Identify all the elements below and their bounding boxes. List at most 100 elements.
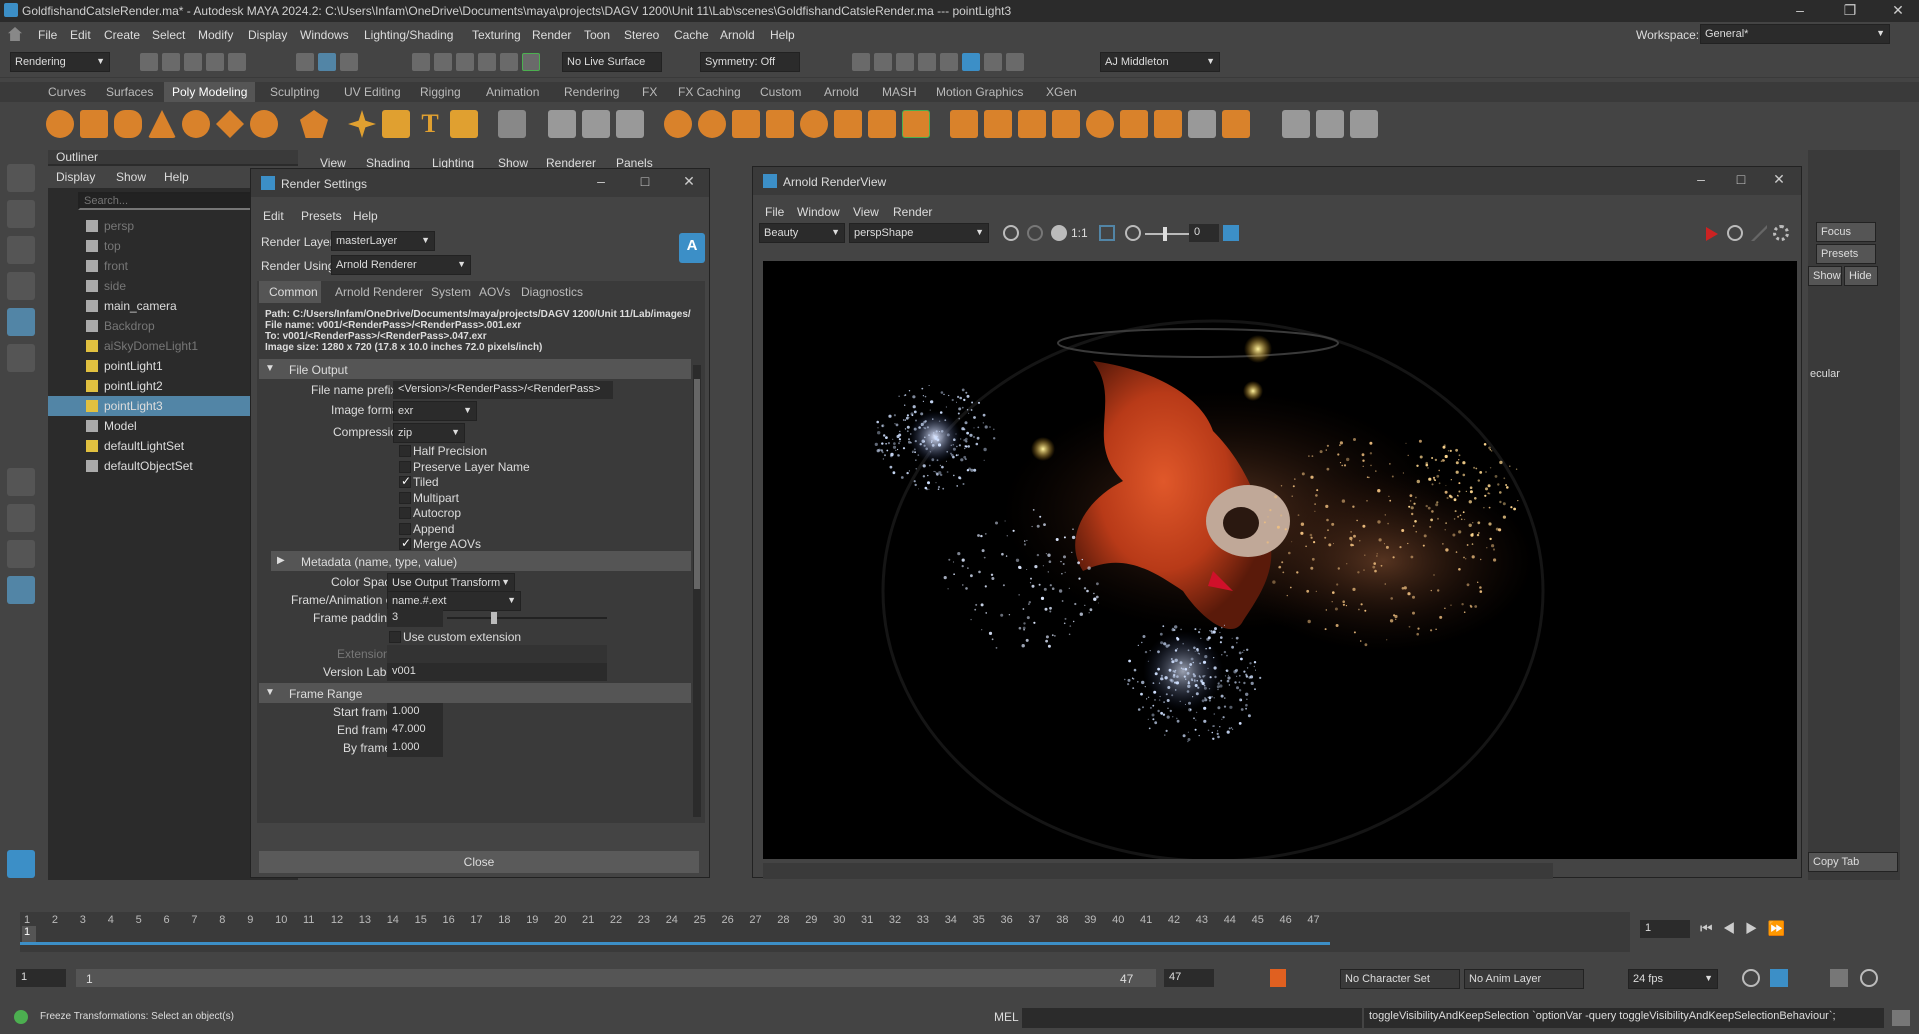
rs-menu-presets[interactable]: Presets xyxy=(301,209,342,223)
menu-display[interactable]: Display xyxy=(248,28,287,42)
anim-prefs-icon[interactable] xyxy=(1860,969,1878,987)
uv-snapshot-icon[interactable] xyxy=(582,110,610,138)
menu-render[interactable]: Render xyxy=(532,28,571,42)
symmetrize-icon[interactable] xyxy=(902,110,930,138)
shelf-tab-custom[interactable]: Custom xyxy=(752,85,809,99)
renderview-settings-icon[interactable] xyxy=(1773,225,1789,241)
shelf-tab-uv-editing[interactable]: UV Editing xyxy=(336,85,409,99)
select-by-hierarchy-icon[interactable] xyxy=(296,53,314,71)
rv-minimize-icon[interactable]: – xyxy=(1681,171,1721,187)
current-frame-marker[interactable]: 1 xyxy=(22,926,36,942)
poly-torus-icon[interactable] xyxy=(182,110,210,138)
output-option-checkbox[interactable] xyxy=(399,522,411,535)
file-name-prefix-field[interactable]: <Version>/<RenderPass>/<RenderPass> xyxy=(393,381,613,399)
poly-cube-icon[interactable] xyxy=(80,110,108,138)
snap-curve-icon[interactable] xyxy=(434,53,452,71)
render-frame-icon[interactable] xyxy=(874,53,892,71)
version-label-field[interactable]: v001 xyxy=(387,663,607,681)
svg-tool-icon[interactable] xyxy=(450,110,478,138)
rs-menu-edit[interactable]: Edit xyxy=(263,209,284,223)
lasso-tool-icon[interactable] xyxy=(7,200,35,228)
smooth-icon[interactable] xyxy=(800,110,828,138)
menu-help[interactable]: Help xyxy=(770,28,795,42)
snap-view-icon[interactable] xyxy=(478,53,496,71)
measure-icon[interactable] xyxy=(548,110,576,138)
range-slider-bar[interactable] xyxy=(76,969,1156,987)
shelf-tab-rigging[interactable]: Rigging xyxy=(412,85,469,99)
rs-minimize-icon[interactable]: – xyxy=(581,173,621,189)
poly-cone-icon[interactable] xyxy=(148,110,176,138)
platonic-solid-icon[interactable] xyxy=(300,110,328,138)
two-pane-layout-icon[interactable] xyxy=(7,540,35,568)
fps-dropdown[interactable]: 24 fps ▼ xyxy=(1628,969,1718,989)
shelf-tab-xgen[interactable]: XGen xyxy=(1038,85,1085,99)
outliner-layout-icon[interactable] xyxy=(7,576,35,604)
display-settings-icon[interactable] xyxy=(1003,225,1019,241)
render-layer-dropdown[interactable]: masterLayer ▼ xyxy=(331,231,435,251)
rs-menu-help[interactable]: Help xyxy=(353,209,378,223)
insert-edge-loop-icon[interactable] xyxy=(1154,110,1182,138)
aov-dropdown[interactable]: Beauty ▼ xyxy=(759,223,845,243)
exposure-slider-handle[interactable] xyxy=(1163,227,1167,241)
rs-tab-system[interactable]: System xyxy=(431,285,471,299)
rv-menu-window[interactable]: Window xyxy=(797,205,840,219)
rv-maximize-icon[interactable]: □ xyxy=(1721,171,1761,187)
select-by-component-icon[interactable] xyxy=(340,53,358,71)
redo-icon[interactable] xyxy=(228,53,246,71)
hypershade-icon[interactable] xyxy=(940,53,958,71)
character-set-dropdown[interactable]: No Character Set xyxy=(1340,969,1460,989)
menu-cache[interactable]: Cache xyxy=(674,28,709,42)
color-space-dropdown[interactable]: Use Output Transform ▼ xyxy=(387,573,515,593)
rv-menu-view[interactable]: View xyxy=(853,205,879,219)
shelf-tab-poly-modeling[interactable]: Poly Modeling xyxy=(164,82,256,102)
quad-draw-icon[interactable] xyxy=(1316,110,1344,138)
light-editor-icon[interactable] xyxy=(984,53,1002,71)
save-scene-icon[interactable] xyxy=(184,53,202,71)
select-tool-icon[interactable] xyxy=(7,164,35,192)
rs-close-icon[interactable]: ✕ xyxy=(669,173,709,190)
menu-modify[interactable]: Modify xyxy=(198,28,233,42)
rotate-tool-icon[interactable] xyxy=(7,308,35,336)
bridge-icon[interactable] xyxy=(1018,110,1046,138)
restore-icon[interactable]: ❐ xyxy=(1830,2,1870,19)
crop-region-icon[interactable] xyxy=(1751,225,1767,241)
move-tool-icon[interactable] xyxy=(7,272,35,300)
shelf-tab-mash[interactable]: MASH xyxy=(874,85,925,99)
rs-maximize-icon[interactable]: □ xyxy=(625,173,665,189)
mirror-icon[interactable] xyxy=(868,110,896,138)
menuset-dropdown[interactable]: Rendering ▼ xyxy=(10,52,110,72)
current-frame-field[interactable]: 1 xyxy=(1640,920,1690,938)
home-icon[interactable] xyxy=(8,27,22,41)
animation-end-field[interactable]: 47 xyxy=(1164,969,1214,987)
four-pane-layout-icon[interactable] xyxy=(7,504,35,532)
animation-start-field[interactable]: 1 xyxy=(16,969,66,987)
refresh-render-icon[interactable] xyxy=(1727,225,1743,241)
render-using-dropdown[interactable]: Arnold Renderer ▼ xyxy=(331,255,471,275)
single-pane-layout-icon[interactable] xyxy=(7,468,35,496)
close-icon[interactable]: ✕ xyxy=(1878,2,1918,19)
menu-toon[interactable]: Toon xyxy=(584,28,610,42)
append-polygon-icon[interactable] xyxy=(1052,110,1080,138)
open-scene-icon[interactable] xyxy=(162,53,180,71)
menu-select[interactable]: Select xyxy=(152,28,185,42)
type-tool-icon[interactable]: T xyxy=(416,110,444,138)
frame-ext-dropdown[interactable]: name.#.ext ▼ xyxy=(387,591,521,611)
shelf-tab-surfaces[interactable]: Surfaces xyxy=(98,85,161,99)
shelf-tab-fx-caching[interactable]: FX Caching xyxy=(670,85,749,99)
start-frame-field[interactable]: 1.000 xyxy=(387,703,443,721)
connect-icon[interactable] xyxy=(1282,110,1310,138)
menu-texturing[interactable]: Texturing xyxy=(472,28,521,42)
file-output-section-header[interactable]: ▼ File Output xyxy=(259,359,691,379)
fit-frame-icon[interactable] xyxy=(1099,225,1115,241)
output-option-checkbox[interactable] xyxy=(399,507,411,519)
command-input[interactable] xyxy=(1022,1008,1362,1028)
rv-menu-file[interactable]: File xyxy=(765,205,784,219)
shelf-tab-fx[interactable]: FX xyxy=(634,85,665,99)
snap-point-icon[interactable] xyxy=(456,53,474,71)
output-option-checkbox[interactable] xyxy=(399,491,411,504)
image-format-dropdown[interactable]: exr ▼ xyxy=(393,401,477,421)
shelf-tab-curves[interactable]: Curves xyxy=(40,85,94,99)
render-settings-icon[interactable] xyxy=(918,53,936,71)
render-setup-icon[interactable] xyxy=(962,53,980,71)
target-weld-icon[interactable] xyxy=(1222,110,1250,138)
